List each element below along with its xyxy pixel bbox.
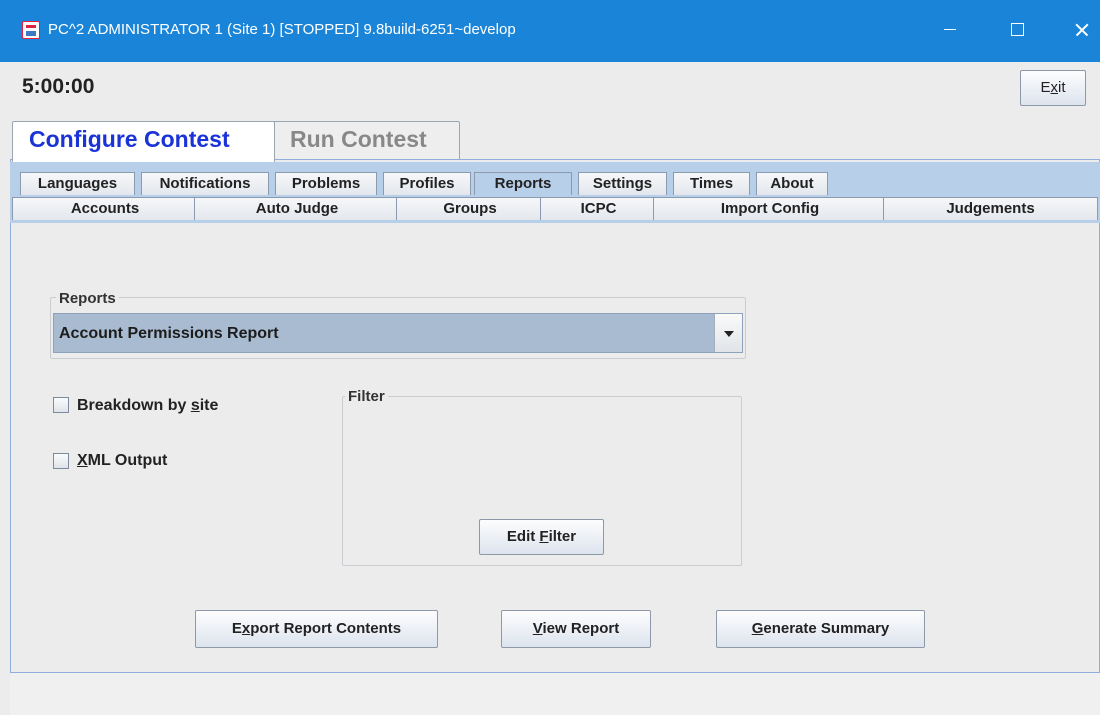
tab-import-config[interactable]: Import Config — [653, 197, 887, 220]
edit-filter-button[interactable]: Edit Filter — [479, 519, 604, 555]
exit-button[interactable]: Exit — [1020, 70, 1086, 106]
tab-problems[interactable]: Problems — [275, 172, 377, 195]
xml-output-label[interactable]: XML Output — [77, 452, 167, 470]
tab-languages[interactable]: Languages — [20, 172, 135, 195]
tab-configure-contest[interactable]: Configure Contest — [12, 121, 275, 162]
report-select[interactable]: Account Permissions Report — [53, 313, 743, 353]
generate-summary-button[interactable]: Generate Summary — [716, 610, 925, 648]
tab-profiles[interactable]: Profiles — [383, 172, 471, 195]
java-icon — [22, 21, 40, 39]
tab-about[interactable]: About — [756, 172, 828, 195]
tab-times[interactable]: Times — [673, 172, 750, 195]
tab-groups[interactable]: Groups — [396, 197, 544, 220]
minimize-icon[interactable] — [928, 14, 974, 46]
tab-judgements[interactable]: Judgements — [883, 197, 1098, 220]
tab-icpc[interactable]: ICPC — [540, 197, 657, 220]
title-bar: PC^2 ADMINISTRATOR 1 (Site 1) [STOPPED] … — [0, 0, 1100, 62]
tab-run-contest[interactable]: Run Contest — [273, 121, 460, 159]
window-title: PC^2 ADMINISTRATOR 1 (Site 1) [STOPPED] … — [48, 21, 516, 38]
report-select-value: Account Permissions Report — [59, 325, 279, 342]
breakdown-by-site-label[interactable]: Breakdown by site — [77, 397, 218, 415]
status-bar — [10, 673, 1100, 715]
xml-output-checkbox[interactable] — [53, 453, 69, 469]
breakdown-by-site-checkbox[interactable] — [53, 397, 69, 413]
view-report-button[interactable]: View Report — [501, 610, 651, 648]
filter-group-title: Filter — [345, 388, 388, 405]
reports-group-title: Reports — [56, 290, 119, 307]
tab-reports[interactable]: Reports — [474, 172, 572, 195]
tab-auto-judge[interactable]: Auto Judge — [194, 197, 400, 220]
maximize-icon[interactable] — [994, 14, 1040, 46]
export-report-contents-button[interactable]: Export Report Contents — [195, 610, 438, 648]
chevron-down-icon[interactable] — [714, 314, 742, 352]
contest-clock: 5:00:00 — [22, 75, 95, 98]
close-icon[interactable] — [1060, 14, 1100, 46]
tab-accounts[interactable]: Accounts — [12, 197, 198, 220]
tab-settings[interactable]: Settings — [578, 172, 667, 195]
tab-notifications[interactable]: Notifications — [141, 172, 269, 195]
